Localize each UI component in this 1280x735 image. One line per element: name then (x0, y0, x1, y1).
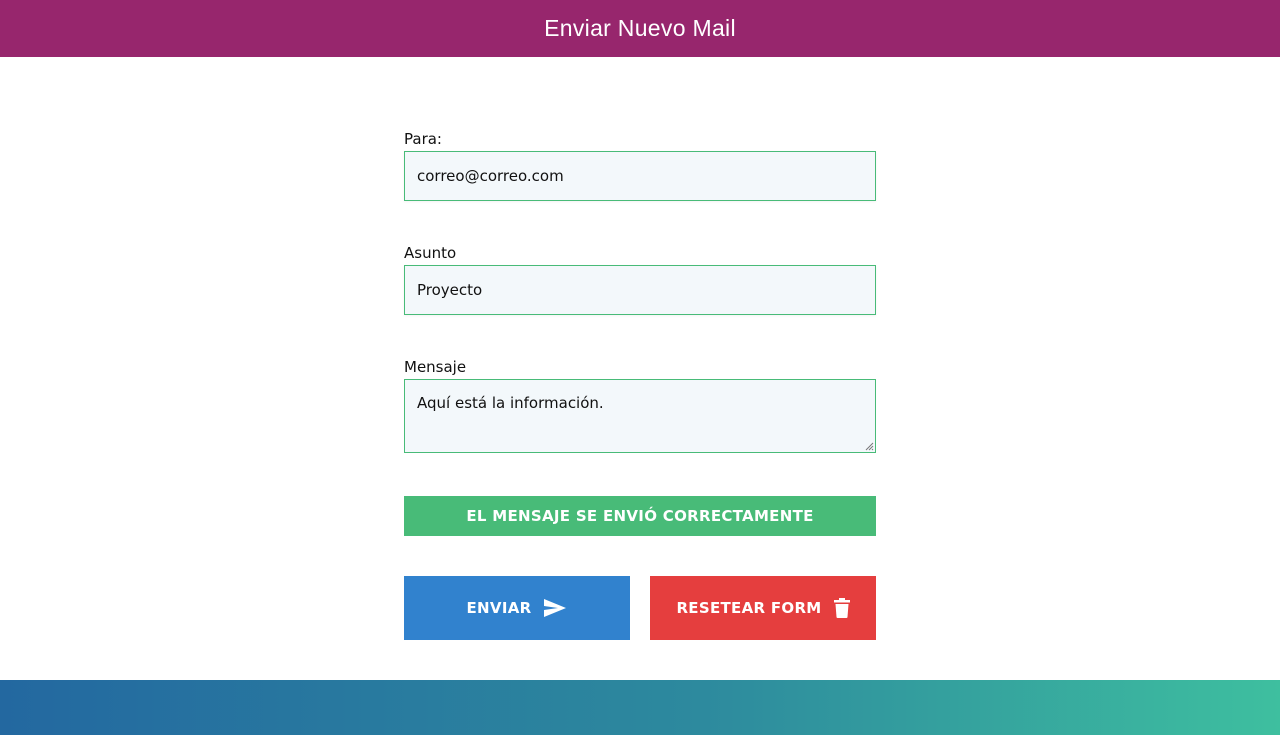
page-title: Enviar Nuevo Mail (544, 15, 736, 41)
to-input[interactable]: correo@correo.com (404, 151, 876, 201)
email-form: Para: correo@correo.com Asunto Proyecto … (404, 130, 876, 640)
success-alert: EL MENSAJE SE ENVIÓ CORRECTAMENTE (404, 496, 876, 536)
subject-label: Asunto (404, 244, 457, 262)
send-icon (544, 599, 567, 617)
message-text: Aquí está la información. (417, 394, 604, 412)
reset-form-button-label: RESETEAR FORM (676, 599, 822, 617)
message-textarea[interactable]: Aquí está la información. (404, 379, 876, 453)
send-button-label: ENVIAR (466, 599, 532, 617)
trash-icon (833, 598, 850, 618)
send-button[interactable]: ENVIAR (404, 576, 630, 640)
resize-handle-icon[interactable] (864, 441, 874, 451)
to-label: Para: (404, 130, 442, 148)
message-label: Mensaje (404, 358, 467, 376)
reset-form-button[interactable]: RESETEAR FORM (650, 576, 876, 640)
app-header: Enviar Nuevo Mail (0, 0, 1280, 57)
form-actions: ENVIAR RESETEAR FORM (404, 576, 876, 640)
footer-bar (0, 680, 1280, 735)
subject-input[interactable]: Proyecto (404, 265, 876, 315)
